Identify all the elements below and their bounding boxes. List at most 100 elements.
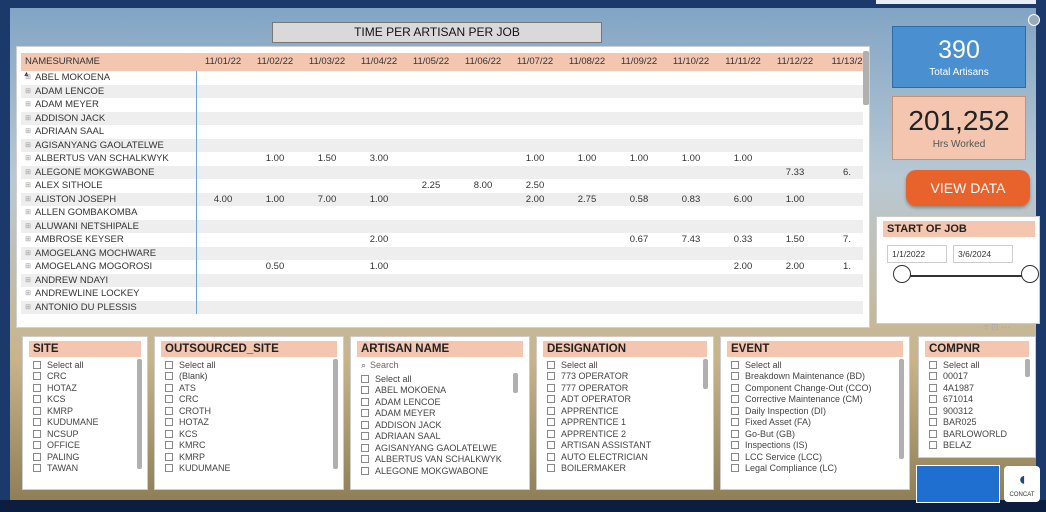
date-column-header[interactable]: 11/13/2 [821, 53, 863, 71]
view-data-button[interactable]: VIEW DATA [906, 170, 1030, 206]
checkbox[interactable] [33, 395, 41, 404]
checkbox[interactable] [165, 452, 173, 461]
slicer-option[interactable]: BAR025 [929, 417, 1035, 429]
slicer-option[interactable]: KUDUMANE [33, 417, 147, 429]
date-column-header[interactable]: 11/08/22 [561, 53, 613, 71]
checkbox[interactable] [547, 441, 555, 450]
slicer-option[interactable]: BARLOWORLD [929, 428, 1035, 440]
checkbox[interactable] [33, 441, 41, 450]
checkbox[interactable] [165, 464, 173, 473]
checkbox[interactable] [165, 360, 173, 369]
checkbox[interactable] [165, 429, 173, 438]
checkbox[interactable] [33, 406, 41, 415]
slicer-option[interactable]: Legal Compliance (LC) [731, 463, 909, 475]
checkbox[interactable] [165, 441, 173, 450]
checkbox[interactable] [547, 418, 555, 427]
site-slicer-scrollbar[interactable] [137, 359, 142, 469]
slicer-option[interactable]: Select all [361, 373, 529, 385]
slicer-option[interactable]: ABEL MOKOENA [361, 385, 529, 397]
slicer-option[interactable]: Select all [165, 359, 343, 371]
blue-action-button[interactable] [916, 465, 1000, 503]
expand-icon[interactable]: ⊞ [21, 274, 35, 288]
checkbox[interactable] [33, 418, 41, 427]
expand-icon[interactable]: ⊞ [21, 125, 35, 139]
checkbox[interactable] [929, 395, 937, 404]
compnr-slicer-scrollbar[interactable] [1025, 359, 1030, 377]
checkbox[interactable] [547, 452, 555, 461]
slicer-option[interactable]: KCS [33, 394, 147, 406]
slicer-option[interactable]: ADAM MEYER [361, 408, 529, 420]
slicer-option[interactable]: KMRP [33, 405, 147, 417]
date-column-header[interactable]: 11/09/22 [613, 53, 665, 71]
slicer-option[interactable]: Component Change-Out (CCO) [731, 382, 909, 394]
checkbox[interactable] [33, 372, 41, 381]
checkbox[interactable] [547, 372, 555, 381]
artisan-search-input[interactable]: Search [370, 360, 399, 370]
expand-icon[interactable]: ⊞ [21, 139, 35, 153]
checkbox[interactable] [33, 429, 41, 438]
expand-icon[interactable]: ⊞ [21, 85, 35, 99]
slicer-option[interactable]: ADDISON JACK [361, 419, 529, 431]
date-column-header[interactable]: 11/06/22 [457, 53, 509, 71]
slicer-option[interactable]: 671014 [929, 394, 1035, 406]
slicer-option[interactable]: ALBERTUS VAN SCHALKWYK [361, 454, 529, 466]
checkbox[interactable] [165, 372, 173, 381]
slicer-option[interactable]: 773 OPERATOR [547, 371, 713, 383]
slicer-option[interactable]: Select all [929, 359, 1035, 371]
checkbox[interactable] [33, 452, 41, 461]
slicer-option[interactable]: OFFICE [33, 440, 147, 452]
slicer-option[interactable]: Select all [33, 359, 147, 371]
date-range-start-handle[interactable] [893, 265, 911, 283]
slicer-option[interactable]: Go-But (GB) [731, 428, 909, 440]
slicer-option[interactable]: CRC [33, 371, 147, 383]
checkbox[interactable] [547, 360, 555, 369]
slicer-option[interactable]: ADRIAAN SAAL [361, 431, 529, 443]
start-date-input[interactable]: 1/1/2022 [887, 245, 947, 263]
checkbox[interactable] [361, 397, 369, 406]
slicer-option[interactable]: BOILERMAKER [547, 463, 713, 475]
checkbox[interactable] [547, 395, 555, 404]
checkbox[interactable] [731, 360, 739, 369]
slicer-option[interactable]: Corrective Maintenance (CM) [731, 394, 909, 406]
checkbox[interactable] [165, 418, 173, 427]
checkbox[interactable] [165, 383, 173, 392]
date-column-header[interactable]: 11/02/22 [249, 53, 301, 71]
checkbox[interactable] [731, 452, 739, 461]
date-column-header[interactable]: 11/12/22 [769, 53, 821, 71]
slicer-option[interactable]: TAWAN [33, 463, 147, 475]
expand-icon[interactable]: ⊞ [21, 193, 35, 207]
slicer-option[interactable]: KMRP [165, 451, 343, 463]
slicer-option[interactable]: BELAZ [929, 440, 1035, 452]
checkbox[interactable] [547, 383, 555, 392]
checkbox[interactable] [361, 420, 369, 429]
end-date-input[interactable]: 3/6/2024 [953, 245, 1013, 263]
slicer-option[interactable]: 4A1987 [929, 382, 1035, 394]
expand-icon[interactable]: ⊞ [21, 260, 35, 274]
expand-icon[interactable]: ⊞ [21, 98, 35, 112]
slicer-option[interactable]: ADT OPERATOR [547, 394, 713, 406]
slicer-option[interactable]: Breakdown Maintenance (BD) [731, 371, 909, 383]
slicer-option[interactable]: KCS [165, 428, 343, 440]
checkbox[interactable] [929, 429, 937, 438]
slicer-option[interactable]: 777 OPERATOR [547, 382, 713, 394]
expand-icon[interactable]: ⊞ [21, 287, 35, 301]
checkbox[interactable] [165, 406, 173, 415]
slicer-option[interactable]: HOTAZ [165, 417, 343, 429]
checkbox[interactable] [731, 464, 739, 473]
expand-icon[interactable]: ⊞ [21, 179, 35, 193]
checkbox[interactable] [361, 455, 369, 464]
slicer-option[interactable]: Select all [731, 359, 909, 371]
checkbox[interactable] [731, 383, 739, 392]
expand-icon[interactable]: ⊞ [21, 71, 35, 85]
checkbox[interactable] [929, 372, 937, 381]
slicer-option[interactable]: 00017 [929, 371, 1035, 383]
date-column-header[interactable]: 11/04/22 [353, 53, 405, 71]
slicer-option[interactable]: ATS [165, 382, 343, 394]
slicer-option[interactable]: Select all [547, 359, 713, 371]
expand-icon[interactable]: ⊞ [21, 112, 35, 126]
slicer-option[interactable]: APPRENTICE 2 [547, 428, 713, 440]
expand-icon[interactable]: ⊞ [21, 152, 35, 166]
slicer-option[interactable]: KUDUMANE [165, 463, 343, 475]
expand-icon[interactable]: ⊞ [21, 220, 35, 234]
date-column-header[interactable]: 11/01/22 [197, 53, 249, 71]
